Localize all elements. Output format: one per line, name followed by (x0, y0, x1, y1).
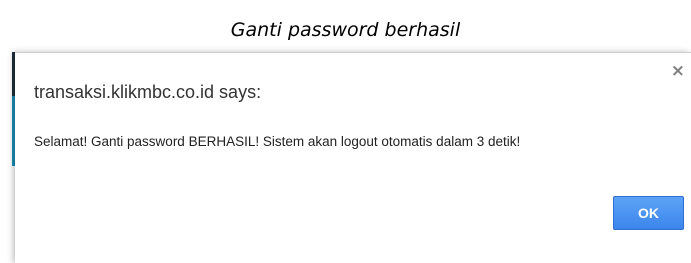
figure-caption: Ganti password berhasil (230, 19, 461, 41)
dialog-title: transaksi.klikmbc.co.id says: (34, 82, 262, 102)
dialog-message: Selamat! Ganti password BERHASIL! Sistem… (34, 134, 521, 149)
alert-dialog: × transaksi.klikmbc.co.id says: Selamat!… (15, 52, 691, 263)
close-icon[interactable]: × (671, 63, 685, 80)
ok-button[interactable]: OK (613, 196, 684, 230)
